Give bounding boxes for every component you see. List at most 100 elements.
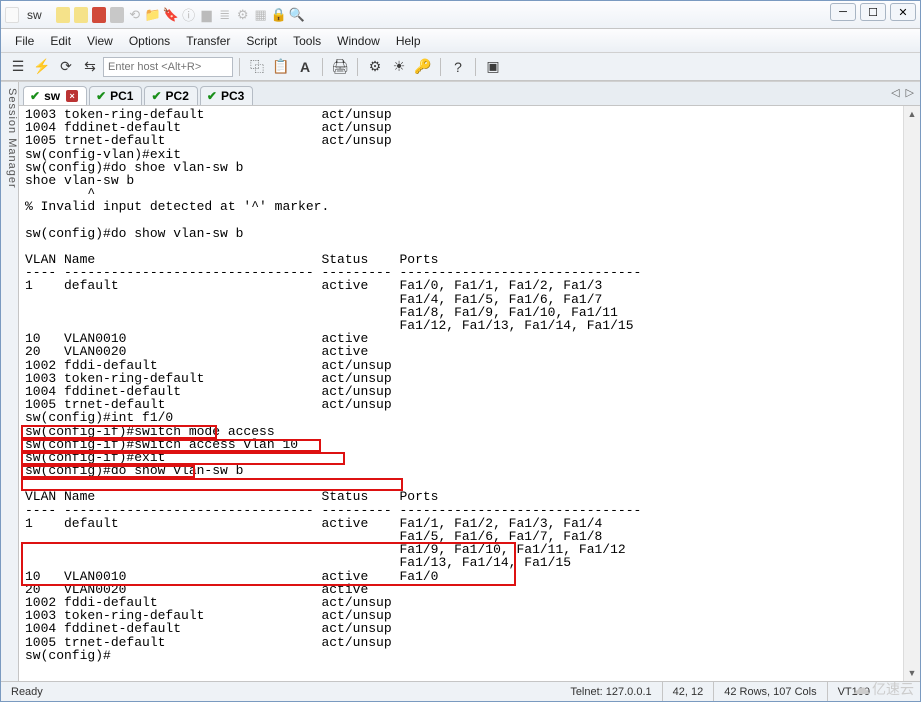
menu-script[interactable]: Script	[238, 31, 285, 51]
terminal-line: 1005 trnet-default act/unsup	[25, 636, 899, 649]
terminal-line: 1005 trnet-default act/unsup	[25, 134, 899, 147]
tab-sw[interactable]: ✔sw×	[23, 86, 87, 105]
status-cursor: 42, 12	[663, 682, 715, 701]
status-ready: Ready	[1, 682, 560, 701]
menu-file[interactable]: File	[7, 31, 42, 51]
menu-options[interactable]: Options	[121, 31, 178, 51]
titlebar-icons: sw ⟲ 📁 🔖 ⓘ ▆ ≣ ⚙ ▦ 🔒 🔍	[5, 7, 304, 23]
lines-icon: ≣	[218, 7, 232, 23]
key-button[interactable]: 🔑	[412, 56, 434, 78]
tab-navigation: ◁ ▷	[891, 86, 914, 99]
new-window-button[interactable]: ▣	[482, 56, 504, 78]
terminal-line: 20 VLAN0020 active	[25, 583, 899, 596]
copy-button[interactable]: ⿻	[246, 56, 268, 78]
paste-button[interactable]: 📋	[270, 56, 292, 78]
menu-edit[interactable]: Edit	[42, 31, 79, 51]
tab-scroll-right[interactable]: ▷	[906, 86, 914, 99]
check-icon: ✔	[207, 89, 217, 103]
terminal-line: 1002 fddi-default act/unsup	[25, 359, 899, 372]
menu-transfer[interactable]: Transfer	[178, 31, 238, 51]
session-manager-button[interactable]: ☰	[7, 56, 29, 78]
find-button[interactable]: A	[294, 56, 316, 78]
body-area: Session Manager ✔sw×✔PC1✔PC2✔PC3 ◁ ▷ 100…	[1, 81, 920, 681]
menu-tools[interactable]: Tools	[285, 31, 329, 51]
close-button[interactable]: ✕	[890, 3, 916, 21]
grid-icon: ▦	[254, 7, 268, 23]
app-icon	[5, 7, 19, 23]
terminal-line: sw(config-if)#switch access vlan 10	[25, 438, 899, 451]
terminal-line: sw(config)#do show vlan-sw b	[25, 464, 899, 477]
titlebar-accent-yellow	[56, 7, 70, 23]
separator	[239, 58, 240, 76]
scroll-up-icon[interactable]: ▲	[904, 106, 920, 122]
lock-faded-icon: 🔒	[272, 7, 286, 23]
settings-button[interactable]: ⚙	[364, 56, 386, 78]
terminal-line: % Invalid input detected at '^' marker.	[25, 200, 899, 213]
toolbar: ☰ ⚡ ⟳ ⇆ ⿻ 📋 A 🖨 ⚙ ☀ 🔑 ? ▣	[1, 53, 920, 81]
terminal-line: sw(config)#do show vlan-sw b	[25, 227, 899, 240]
tab-pc1[interactable]: ✔PC1	[89, 86, 142, 105]
terminal-line	[25, 214, 899, 227]
info-icon: ⓘ	[182, 7, 196, 23]
terminal-line: 1 default active Fa1/0, Fa1/1, Fa1/2, Fa…	[25, 279, 899, 292]
tab-label: PC2	[166, 89, 189, 103]
window-controls: ─ ☐ ✕	[830, 3, 916, 21]
tag-icon: 🔖	[164, 7, 178, 23]
terminal-line: Fa1/13, Fa1/14, Fa1/15	[25, 556, 899, 569]
menu-view[interactable]: View	[79, 31, 121, 51]
reconnect-button[interactable]: ⟳	[55, 56, 77, 78]
quick-connect-button[interactable]: ⚡	[31, 56, 53, 78]
minimize-button[interactable]: ─	[830, 3, 856, 21]
terminal-line: VLAN Name Status Ports	[25, 490, 899, 503]
titlebar-accent-yellow-2	[74, 7, 88, 23]
tab-pc3[interactable]: ✔ PC3	[200, 86, 253, 105]
terminal-area: 1003 token-ring-default act/unsup 1004 fd…	[19, 106, 920, 681]
titlebar[interactable]: sw ⟲ 📁 🔖 ⓘ ▆ ≣ ⚙ ▦ 🔒 🔍 ─ ☐ ✕	[1, 1, 920, 29]
check-icon: ✔	[30, 89, 40, 103]
terminal-line: 10 VLAN0010 active Fa1/0	[25, 570, 899, 583]
status-connection: Telnet: 127.0.0.1	[560, 682, 662, 701]
scroll-down-icon[interactable]: ▼	[904, 665, 920, 681]
main-column: ✔sw×✔PC1✔PC2✔PC3 ◁ ▷ 1003 token-ring-def…	[19, 82, 920, 681]
folder-icon: 📁	[146, 7, 160, 23]
status-size: 42 Rows, 107 Cols	[714, 682, 827, 701]
separator	[440, 58, 441, 76]
titlebar-accent-gray	[110, 7, 124, 23]
tab-close-icon[interactable]: ×	[66, 90, 78, 102]
terminal[interactable]: 1003 token-ring-default act/unsup 1004 fd…	[19, 106, 903, 681]
check-icon: ✔	[96, 89, 106, 103]
separator	[357, 58, 358, 76]
terminal-line: sw(config-if)#switch mode access	[25, 425, 899, 438]
check-icon: ✔	[151, 89, 161, 103]
terminal-line: 20 VLAN0020 active	[25, 345, 899, 358]
terminal-line: sw(config)#int f1/0	[25, 411, 899, 424]
statusbar: Ready Telnet: 127.0.0.1 42, 12 42 Rows, …	[1, 681, 920, 701]
terminal-line: 1004 fddinet-default act/unsup	[25, 622, 899, 635]
terminal-line: Fa1/4, Fa1/5, Fa1/6, Fa1/7	[25, 293, 899, 306]
maximize-button[interactable]: ☐	[860, 3, 886, 21]
gear-faded-icon: ⚙	[236, 7, 250, 23]
terminal-line: ---- -------------------------------- --…	[25, 504, 899, 517]
session-manager-sidebar[interactable]: Session Manager	[1, 82, 19, 681]
app-window: sw ⟲ 📁 🔖 ⓘ ▆ ≣ ⚙ ▦ 🔒 🔍 ─ ☐ ✕ File Edit V…	[0, 0, 921, 702]
tab-scroll-left[interactable]: ◁	[891, 86, 899, 99]
terminal-line: 1003 token-ring-default act/unsup	[25, 372, 899, 385]
menu-window[interactable]: Window	[329, 31, 388, 51]
terminal-line: sw(config)#do shoe vlan-sw b	[25, 161, 899, 174]
help-button[interactable]: ?	[447, 56, 469, 78]
print-button[interactable]: 🖨	[329, 56, 351, 78]
tab-pc2[interactable]: ✔ PC2	[144, 86, 197, 105]
terminal-line: shoe vlan-sw b	[25, 174, 899, 187]
chart-icon: ▆	[200, 7, 214, 23]
terminal-scrollbar[interactable]: ▲ ▼	[903, 106, 920, 681]
separator	[475, 58, 476, 76]
menu-help[interactable]: Help	[388, 31, 429, 51]
session-options-button[interactable]: ☀	[388, 56, 410, 78]
tab-label: PC3	[221, 89, 244, 103]
terminal-line: sw(config-vlan)#exit	[25, 148, 899, 161]
status-term: VT100	[828, 682, 880, 701]
separator	[322, 58, 323, 76]
host-input[interactable]	[103, 57, 233, 77]
titlebar-accent-red	[92, 7, 106, 23]
disconnect-button[interactable]: ⇆	[79, 56, 101, 78]
